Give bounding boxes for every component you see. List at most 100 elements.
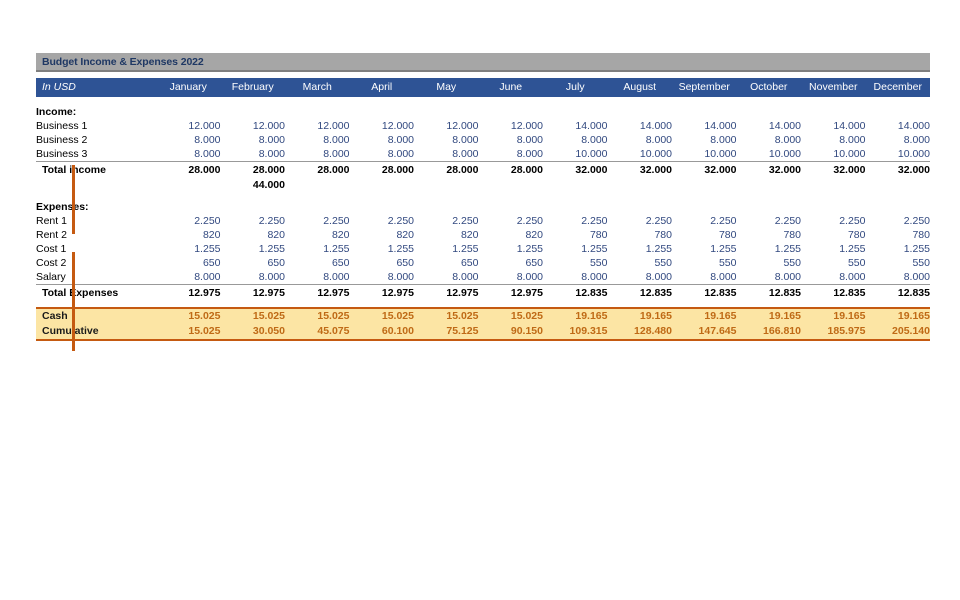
income-accent-bar: [72, 165, 75, 234]
cell-value: 780: [847, 229, 866, 241]
cell-value: 8.000: [774, 271, 801, 283]
cell-value: [801, 105, 866, 119]
spacer-cell: [36, 97, 930, 105]
cell-value: 14.000: [897, 120, 930, 132]
cell-value: 28.000: [414, 161, 479, 178]
cell-value: 8.000: [258, 148, 285, 160]
cell-value: 44.000: [252, 179, 285, 191]
cell-value: [866, 105, 931, 119]
cell-value: 8.000: [258, 134, 285, 146]
cell-value: 14.000: [833, 120, 866, 132]
cell-value: 14.000: [704, 120, 737, 132]
expense-item-row: Rent 2 820 820 820 820 820 820 780 780 780 780 780 7…: [36, 228, 930, 242]
column-header-label: In USD: [36, 78, 156, 97]
cell-value: 1.255: [710, 243, 737, 255]
income-item-label: Business 3: [36, 148, 88, 160]
cell-value: 2.250: [323, 215, 350, 227]
cell-value: 147.645: [672, 324, 737, 341]
cell-value: 12.000: [188, 120, 221, 132]
cell-value: [737, 178, 802, 192]
cell-value: 12.835: [801, 284, 866, 301]
cell-value: [866, 178, 931, 192]
cell-value: [866, 200, 931, 214]
expense-item-row: Rent 1 2.250 2.250 2.250 2.250 2.250 2.250 2.25…: [36, 214, 930, 228]
cell-value: 19.165: [736, 307, 801, 324]
cell-value: 14.000: [768, 120, 801, 132]
cell-value: 8.000: [516, 271, 543, 283]
cell-value: 75.125: [414, 324, 479, 341]
cell-value: 32.000: [543, 161, 608, 178]
cell-value: 19.165: [672, 307, 737, 324]
cell-value: 650: [202, 257, 221, 269]
cell-value: 15.025: [220, 307, 285, 324]
cell-value: [737, 105, 802, 119]
sheet-title-bar: Budget Income & Expenses 2022: [36, 53, 930, 72]
cell-value: [414, 105, 479, 119]
cell-value: 14.000: [575, 120, 608, 132]
cell-value: 550: [847, 257, 866, 269]
cell-value: [672, 200, 737, 214]
cell-value: 8.000: [258, 271, 285, 283]
cell-value: 32.000: [801, 161, 866, 178]
column-header-december: December: [865, 78, 930, 97]
cell-value: [350, 105, 415, 119]
spacer-row-top: [36, 97, 930, 105]
cell-value: 45.075: [285, 324, 350, 341]
cell-value: 8.000: [710, 271, 737, 283]
cash-row-label: Cumulative: [36, 324, 156, 341]
cell-value: 650: [460, 257, 479, 269]
cell-value: 8.000: [903, 134, 930, 146]
cell-value: 15.025: [285, 307, 350, 324]
cell-value: 8.000: [903, 271, 930, 283]
cell-value: 8.000: [194, 148, 221, 160]
spacer-cell: [36, 192, 930, 200]
spacer-row-mid: [36, 192, 930, 200]
cell-value: 15.025: [156, 307, 221, 324]
cash-row-label: Cash: [36, 307, 156, 324]
column-header-june: June: [478, 78, 543, 97]
cell-value: 19.165: [543, 307, 608, 324]
column-header-september: September: [672, 78, 737, 97]
cell-value: 8.000: [516, 134, 543, 146]
cell-value: 2.250: [774, 215, 801, 227]
cell-value: 10.000: [575, 148, 608, 160]
cell-value: 128.480: [607, 324, 672, 341]
cell-value: 1.255: [774, 243, 801, 255]
column-header-november: November: [801, 78, 866, 97]
cell-value: [350, 178, 415, 192]
cell-value: [414, 178, 479, 192]
cell-value: 10.000: [704, 148, 737, 160]
cash-row: Cumulative 15.025 30.050 45.075 60.100 75.125…: [36, 324, 930, 341]
expense-item-label: Salary: [36, 271, 66, 283]
cell-value: 8.000: [710, 134, 737, 146]
cell-value: [221, 200, 286, 214]
expense-item-row: Salary 8.000 8.000 8.000 8.000 8.000 8.000 8.00…: [36, 270, 930, 285]
cell-value: [479, 105, 544, 119]
cell-value: 10.000: [833, 148, 866, 160]
cell-value: 32.000: [865, 161, 930, 178]
cell-value: 8.000: [323, 148, 350, 160]
cell-value: 1.255: [581, 243, 608, 255]
cell-value: 2.250: [387, 215, 414, 227]
cell-value: 2.250: [839, 215, 866, 227]
cell-value: [221, 105, 286, 119]
cell-value: 185.975: [801, 324, 866, 341]
cell-value: 12.835: [607, 284, 672, 301]
cell-value: 12.835: [543, 284, 608, 301]
cell-value: 1.255: [903, 243, 930, 255]
cell-value: 8.000: [452, 134, 479, 146]
cell-value: 90.150: [478, 324, 543, 341]
cell-value: 2.250: [903, 215, 930, 227]
cell-value: 12.975: [478, 284, 543, 301]
cell-value: 2.250: [581, 215, 608, 227]
column-header-april: April: [349, 78, 414, 97]
cell-value: 12.000: [446, 120, 479, 132]
cell-value: 650: [331, 257, 350, 269]
cell-value: 12.975: [220, 284, 285, 301]
cell-value: 8.000: [774, 134, 801, 146]
cell-value: 8.000: [516, 148, 543, 160]
cell-value: 19.165: [801, 307, 866, 324]
spacer-cell: [36, 301, 930, 308]
cell-value: 780: [589, 229, 608, 241]
cell-value: 8.000: [387, 134, 414, 146]
